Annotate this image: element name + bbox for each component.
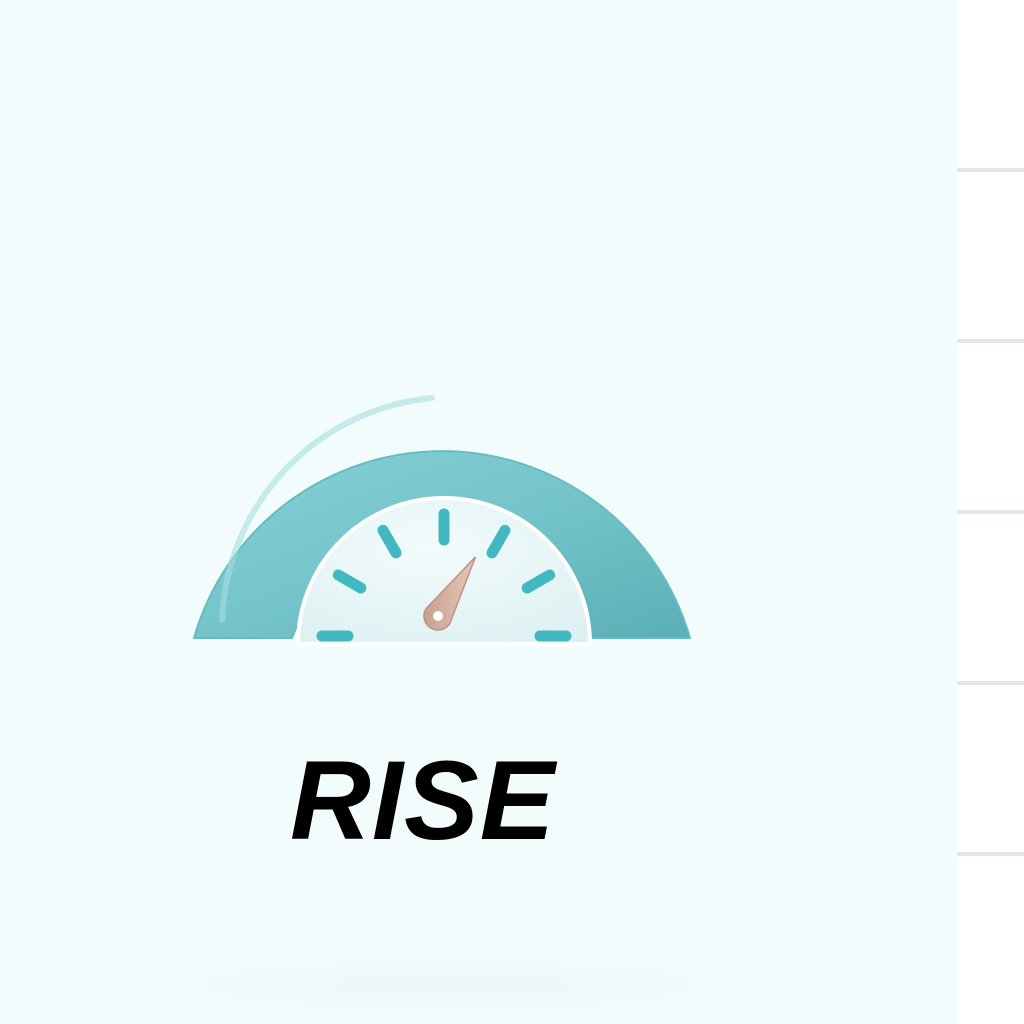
- page: RISE: [0, 0, 1024, 1024]
- speedometer-icon: [193, 395, 691, 646]
- caption-text: RISE: [290, 738, 556, 863]
- side-divider: [957, 681, 1024, 685]
- side-divider: [957, 168, 1024, 172]
- side-divider: [957, 339, 1024, 343]
- canvas: RISE: [0, 0, 957, 1024]
- gauge-needle-hub: [433, 611, 443, 621]
- floor-shadow: [130, 955, 770, 1015]
- side-divider: [957, 852, 1024, 856]
- side-strip: [957, 0, 1024, 1024]
- side-divider: [957, 510, 1024, 514]
